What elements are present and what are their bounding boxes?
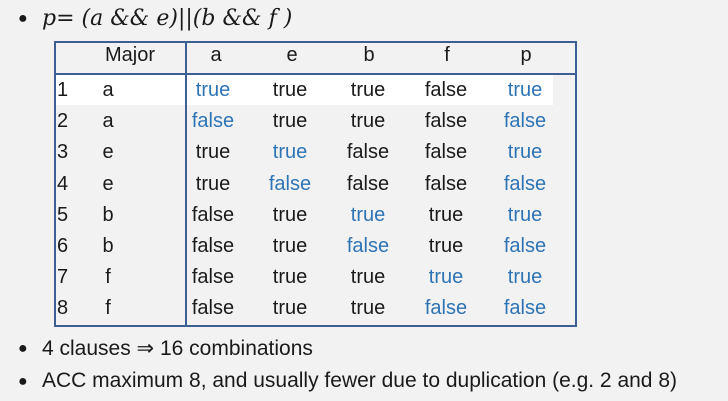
table-cell: false: [191, 203, 235, 226]
row-major: a: [102, 110, 114, 133]
table-cell: true: [272, 297, 308, 320]
row-major: a: [102, 79, 114, 101]
bullet-acc-text: ACC maximum 8, and usually fewer due to …: [42, 369, 677, 392]
table-cell: true: [350, 203, 386, 226]
table-cell: true: [272, 203, 308, 226]
table-cell: false: [191, 110, 235, 133]
formula-text: p= (a && e)||(b && f ): [42, 6, 293, 31]
table-cell: false: [424, 172, 468, 195]
row-major: f: [105, 297, 111, 320]
row-major: f: [105, 266, 111, 289]
table-cell: false: [424, 297, 468, 320]
row-number: 1: [57, 79, 69, 101]
truth-table: Major a e b f p 1 a true true true false true 2 a false…: [54, 41, 577, 327]
row-number: 5: [57, 203, 69, 226]
header-e: e: [286, 44, 298, 66]
bullet-icon: ●: [18, 373, 28, 390]
table-cell: false: [424, 141, 468, 164]
header-major: Major: [104, 44, 156, 66]
bullet-icon: ●: [18, 340, 28, 357]
table-cell: false: [191, 235, 235, 257]
row-major: e: [102, 141, 114, 164]
table-cell: true: [272, 266, 308, 289]
row-number: 2: [57, 110, 69, 133]
table-cell: false: [424, 110, 468, 133]
table-cell: false: [191, 297, 235, 320]
table-cell: false: [191, 266, 235, 289]
table-cell: false: [346, 172, 390, 195]
table-cell: true: [195, 79, 231, 101]
table-header-divider: [56, 73, 575, 75]
row-number: 4: [57, 172, 69, 195]
table-cell: false: [268, 172, 312, 195]
row-major: b: [102, 235, 114, 257]
table-cell: true: [272, 141, 308, 164]
table-cell: true: [272, 110, 308, 133]
row-major: e: [102, 172, 114, 195]
table-cell: true: [350, 79, 386, 101]
bullet-clauses-text: 4 clauses ⇒ 16 combinations: [42, 337, 313, 360]
row-number: 3: [57, 141, 69, 164]
bullet-icon: ●: [18, 10, 28, 27]
header-p: p: [520, 44, 532, 66]
table-cell: true: [350, 297, 386, 320]
row-major: b: [102, 203, 114, 226]
table-cell: true: [350, 110, 386, 133]
row-number: 8: [57, 297, 69, 320]
table-cell: false: [503, 110, 547, 133]
table-cell: true: [507, 79, 543, 101]
table-cell: false: [424, 79, 468, 101]
table-cell: true: [272, 79, 308, 101]
header-f: f: [444, 44, 450, 66]
table-cell: true: [195, 172, 231, 195]
table-cell: true: [350, 266, 386, 289]
header-a: a: [210, 44, 222, 66]
table-cell: true: [507, 203, 543, 226]
table-cell: false: [503, 297, 547, 320]
table-cell: false: [503, 235, 547, 257]
table-cell: true: [428, 266, 464, 289]
table-cell: true: [507, 141, 543, 164]
table-cell: true: [428, 203, 464, 226]
row-number: 6: [57, 235, 69, 257]
table-vertical-divider: [185, 43, 187, 325]
table-cell: false: [503, 172, 547, 195]
table-cell: true: [428, 235, 464, 257]
table-cell: false: [346, 235, 390, 257]
row-number: 7: [57, 266, 69, 289]
table-cell: true: [507, 266, 543, 289]
table-cell: true: [195, 141, 231, 164]
table-cell: false: [346, 141, 390, 164]
table-cell: true: [272, 235, 308, 257]
header-b: b: [363, 44, 375, 66]
